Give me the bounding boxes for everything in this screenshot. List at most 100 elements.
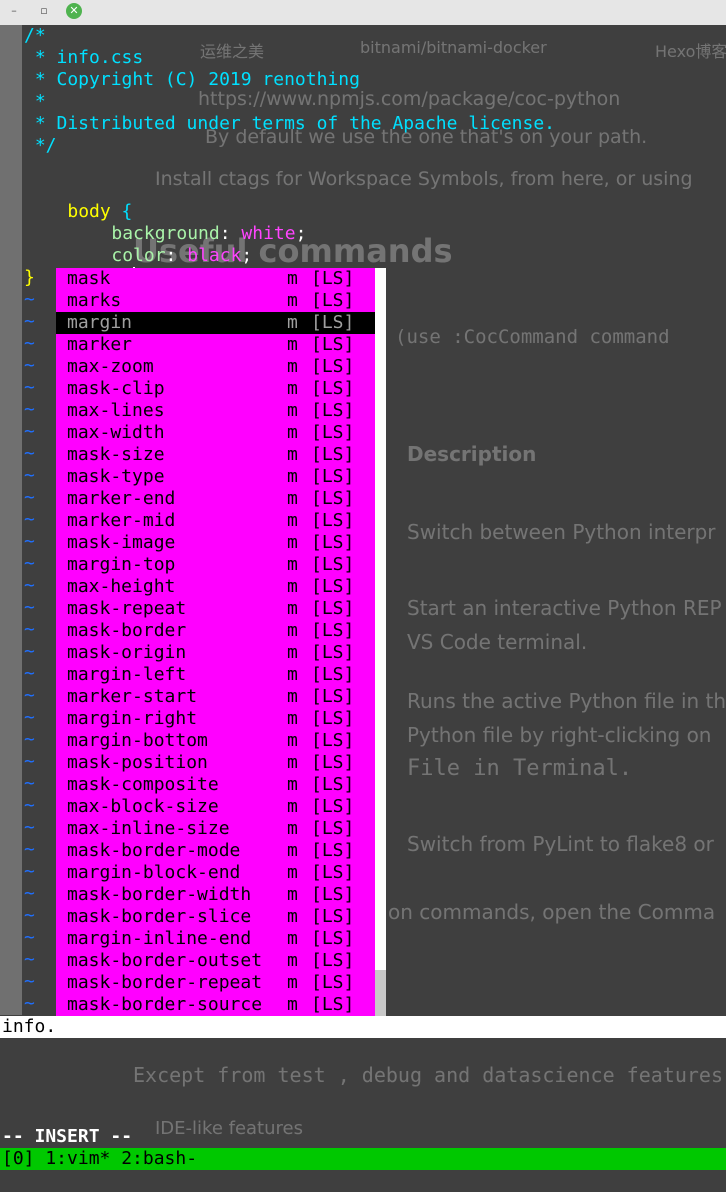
completion-item[interactable]: mask-border-slice m [LS] xyxy=(56,906,375,928)
completion-item[interactable]: mask-border-source m [LS] xyxy=(56,994,375,1016)
completion-kind: m xyxy=(287,290,298,311)
completion-kind: m xyxy=(287,730,298,751)
bg-text-3: (use :CocCommand command xyxy=(395,326,670,348)
completion-kind: m xyxy=(287,818,298,839)
completion-source: [LS] xyxy=(311,840,355,861)
completion-item[interactable]: mask-composite m [LS] xyxy=(56,774,375,796)
completion-item[interactable]: mask m [LS] xyxy=(56,268,375,290)
completion-word: marks xyxy=(67,290,122,311)
completion-item[interactable]: max-block-size m [LS] xyxy=(56,796,375,818)
colon: : xyxy=(165,245,188,266)
completion-word: margin xyxy=(67,312,133,333)
tilde-marker: ~ xyxy=(24,465,35,486)
tilde-marker: ~ xyxy=(24,927,35,948)
completion-kind: m xyxy=(287,928,298,949)
completion-source: [LS] xyxy=(311,928,355,949)
completion-kind: m xyxy=(287,862,298,883)
completion-item[interactable]: mask-type m [LS] xyxy=(56,466,375,488)
completion-word: mask-origin xyxy=(67,642,187,663)
tilde-marker: ~ xyxy=(24,575,35,596)
completion-word: mask-border-outset xyxy=(67,950,263,971)
completion-item[interactable]: mask-origin m [LS] xyxy=(56,642,375,664)
completion-word: mask-border-slice xyxy=(67,906,252,927)
completion-source: [LS] xyxy=(311,730,355,751)
tilde-marker: ~ xyxy=(24,707,35,728)
completion-item[interactable]: mask-border-mode m [LS] xyxy=(56,840,375,862)
code-line-4: * xyxy=(24,91,46,112)
completion-item[interactable]: margin-top m [LS] xyxy=(56,554,375,576)
tilde-marker: ~ xyxy=(24,839,35,860)
completion-item[interactable]: mask-size m [LS] xyxy=(56,444,375,466)
completion-word: max-inline-size xyxy=(67,818,230,839)
bg-row-4: Switch from PyLint to flake8 or xyxy=(407,832,714,856)
completion-item[interactable]: max-height m [LS] xyxy=(56,576,375,598)
completion-item[interactable]: marks m [LS] xyxy=(56,290,375,312)
completion-source: [LS] xyxy=(311,532,355,553)
completion-source: [LS] xyxy=(311,862,355,883)
completion-source: [LS] xyxy=(311,906,355,927)
completion-kind: m xyxy=(287,796,298,817)
tilde-marker: ~ xyxy=(24,531,35,552)
completion-item[interactable]: margin-inline-end m [LS] xyxy=(56,928,375,950)
completion-item[interactable]: max-zoom m [LS] xyxy=(56,356,375,378)
completion-item[interactable]: mask-repeat m [LS] xyxy=(56,598,375,620)
completion-popup[interactable]: mask m [LS] marks m [LS] margin m [LS] marker m [LS… xyxy=(56,268,375,1038)
completion-item[interactable]: marker-mid m [LS] xyxy=(56,510,375,532)
completion-kind: m xyxy=(287,400,298,421)
completion-item[interactable]: margin-right m [LS] xyxy=(56,708,375,730)
bg-col-header: Description xyxy=(407,442,537,466)
completion-word: mask-border-width xyxy=(67,884,252,905)
completion-item[interactable]: max-inline-size m [LS] xyxy=(56,818,375,840)
completion-word: mask-border-mode xyxy=(67,840,241,861)
code-line-6: */ xyxy=(24,135,57,156)
completion-source: [LS] xyxy=(311,752,355,773)
completion-kind: m xyxy=(287,378,298,399)
completion-item[interactable]: mask-border-width m [LS] xyxy=(56,884,375,906)
completion-item[interactable]: marker-end m [LS] xyxy=(56,488,375,510)
tilde-marker: ~ xyxy=(24,333,35,354)
completion-scrollbar[interactable] xyxy=(375,268,386,1038)
completion-item[interactable]: mask-border-repeat m [LS] xyxy=(56,972,375,994)
completion-item[interactable]: mask-image m [LS] xyxy=(56,532,375,554)
tilde-marker: ~ xyxy=(24,311,35,332)
code-line-3: * Copyright (C) 2019 renothing xyxy=(24,69,360,90)
completion-source: [LS] xyxy=(311,334,355,355)
completion-kind: m xyxy=(287,752,298,773)
tilde-marker: ~ xyxy=(24,685,35,706)
completion-item[interactable]: mask-border-outset m [LS] xyxy=(56,950,375,972)
completion-item[interactable]: marker m [LS] xyxy=(56,334,375,356)
completion-item[interactable]: margin-bottom m [LS] xyxy=(56,730,375,752)
code-line-background: background: white; xyxy=(68,201,306,244)
completion-source: [LS] xyxy=(311,422,355,443)
statusline-filename: info. xyxy=(2,1016,57,1037)
completion-item[interactable]: max-width m [LS] xyxy=(56,422,375,444)
tmux-window-list[interactable]: [0] 1:vim* 2:bash- xyxy=(2,1148,197,1170)
completion-word: marker-start xyxy=(67,686,198,707)
tilde-marker: ~ xyxy=(24,641,35,662)
completion-word: margin-left xyxy=(67,664,187,685)
completion-kind: m xyxy=(287,576,298,597)
minimize-icon[interactable]: – xyxy=(6,3,22,19)
completion-item[interactable]: max-lines m [LS] xyxy=(56,400,375,422)
close-icon[interactable]: ✕ xyxy=(66,3,82,19)
tilde-marker: ~ xyxy=(24,289,35,310)
completion-item[interactable]: marker-start m [LS] xyxy=(56,686,375,708)
completion-word: mask xyxy=(67,268,111,289)
completion-source: [LS] xyxy=(311,488,355,509)
tilde-marker: ~ xyxy=(24,487,35,508)
completion-source: [LS] xyxy=(311,774,355,795)
tilde-marker: ~ xyxy=(24,905,35,926)
vim-mode-indicator: -- INSERT -- xyxy=(2,1126,133,1147)
tilde-marker: ~ xyxy=(24,773,35,794)
completion-word: mask-composite xyxy=(67,774,219,795)
completion-item[interactable]: mask-border m [LS] xyxy=(56,620,375,642)
completion-item[interactable]: mask-position m [LS] xyxy=(56,752,375,774)
completion-item[interactable]: margin-left m [LS] xyxy=(56,664,375,686)
completion-item[interactable]: margin m [LS] xyxy=(56,312,375,334)
completion-item[interactable]: margin-block-end m [LS] xyxy=(56,862,375,884)
completion-source: [LS] xyxy=(311,708,355,729)
maximize-icon[interactable]: ▫ xyxy=(36,3,52,19)
brace-close: } xyxy=(24,267,35,288)
completion-item[interactable]: mask-clip m [LS] xyxy=(56,378,375,400)
code-line-selector: body { xyxy=(24,179,132,222)
